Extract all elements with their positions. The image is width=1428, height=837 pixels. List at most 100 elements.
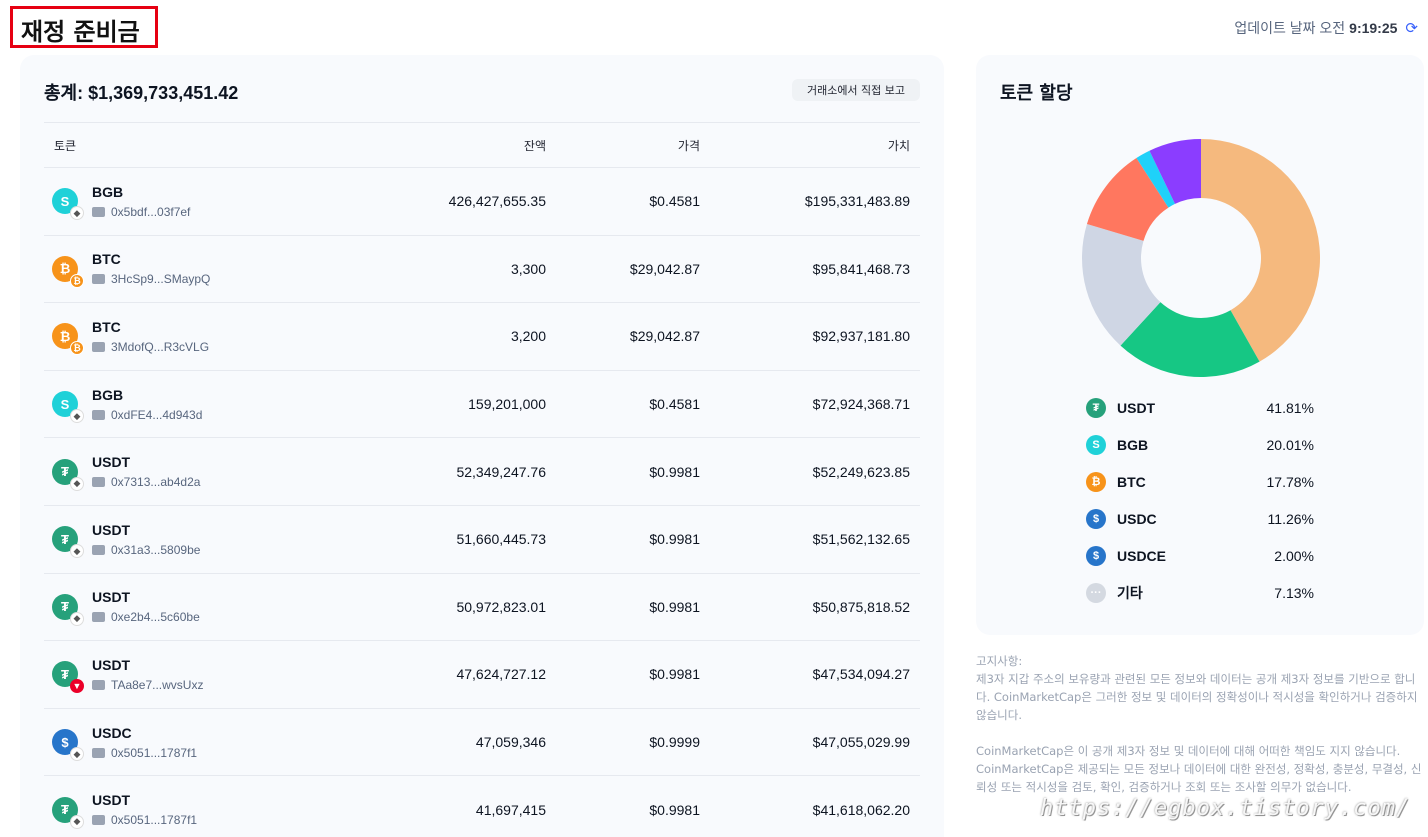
bgb-icon: S ◆ <box>52 391 84 424</box>
table-row[interactable]: ₮ ▼ USDT TAa8e7...wvsUxz 47,624,727.12 $… <box>44 640 920 709</box>
token-address[interactable]: 0x5bdf...03f7ef <box>92 205 190 219</box>
table-header-row: 토큰 잔액 가격 가치 <box>44 122 920 168</box>
table-row[interactable]: ₮ ◆ USDT 0x7313...ab4d2a 52,349,247.76 $… <box>44 437 920 506</box>
legend-item: ··· 기타 7.13% <box>1086 574 1314 611</box>
legend-percentage: 41.81% <box>1266 399 1314 416</box>
view-on-exchange-button[interactable]: 거래소에서 직접 보고 <box>792 79 920 101</box>
wallet-address[interactable]: 3HcSp9...SMaypQ <box>111 272 210 286</box>
legend-percentage: 2.00% <box>1274 547 1314 564</box>
token-cell: ₮ ◆ USDT 0x7313...ab4d2a <box>44 437 374 506</box>
usdc-icon: $ <box>1086 508 1106 529</box>
token-cell: ₮ ◆ USDT 0x31a3...5809be <box>44 505 374 574</box>
eth-chain-icon: ◆ <box>70 747 84 762</box>
wallet-icon <box>92 341 105 352</box>
wallet-address[interactable]: TAa8e7...wvsUxz <box>111 678 203 692</box>
table-row[interactable]: S ◆ BGB 0xdFE4...4d943d 159,201,000 $0.4… <box>44 370 920 439</box>
usdt-icon: ₮ ◆ <box>52 458 84 491</box>
column-header-price[interactable]: 가격 <box>556 122 710 168</box>
page-title: 재정 준비금 <box>10 6 158 48</box>
balance-cell: 426,427,655.35 <box>374 167 556 236</box>
btc-icon: ₿ ₿ <box>52 323 84 356</box>
refresh-icon[interactable]: ⟳ <box>1405 19 1418 37</box>
token-cell: S ◆ BGB 0xdFE4...4d943d <box>44 370 374 439</box>
table-row[interactable]: ₮ ◆ USDT 0x5051...1787f1 41,697,415 $0.9… <box>44 775 920 837</box>
reserves-total: 총계: $1,369,733,451.42 <box>44 83 239 103</box>
wallet-address[interactable]: 0xe2b4...5c60be <box>111 610 200 624</box>
token-cell: ₿ ₿ BTC 3MdofQ...R3cVLG <box>44 302 374 371</box>
balance-cell: 3,300 <box>374 235 556 304</box>
token-address[interactable]: 3HcSp9...SMaypQ <box>92 272 210 286</box>
legend-token-name: USDC <box>1117 510 1157 527</box>
balance-cell: 3,200 <box>374 302 556 371</box>
token-address[interactable]: 0xe2b4...5c60be <box>92 610 200 624</box>
token-address[interactable]: 0xdFE4...4d943d <box>92 408 202 422</box>
btc-icon: ₿ ₿ <box>52 255 84 288</box>
token-address[interactable]: 0x5051...1787f1 <box>92 746 197 760</box>
table-row[interactable]: ₮ ◆ USDT 0x31a3...5809be 51,660,445.73 $… <box>44 505 920 574</box>
price-cell: $29,042.87 <box>556 302 710 371</box>
update-info: 업데이트 날짜 오전 9:19:25 ⟳ <box>1234 18 1418 38</box>
wallet-address[interactable]: 0x31a3...5809be <box>111 543 200 557</box>
legend-percentage: 7.13% <box>1274 584 1314 601</box>
token-address[interactable]: 0x7313...ab4d2a <box>92 475 200 489</box>
token-name: USDT <box>92 521 131 538</box>
token-address[interactable]: TAa8e7...wvsUxz <box>92 678 203 692</box>
wallet-address[interactable]: 0x5051...1787f1 <box>111 813 197 827</box>
eth-chain-icon: ◆ <box>70 544 84 559</box>
token-name: USDT <box>92 792 131 809</box>
usdc-icon: $ <box>1086 545 1106 566</box>
legend-token-name: USDCE <box>1117 547 1167 564</box>
allocation-donut-chart <box>1082 139 1320 377</box>
token-address[interactable]: 0x31a3...5809be <box>92 543 200 557</box>
table-row[interactable]: $ ◆ USDC 0x5051...1787f1 47,059,346 $0.9… <box>44 708 920 777</box>
bgb-icon: S <box>1086 434 1106 455</box>
token-address[interactable]: 0x5051...1787f1 <box>92 813 197 827</box>
update-time: 9:19:25 <box>1349 20 1398 36</box>
value-cell: $50,875,818.52 <box>710 573 920 642</box>
eth-chain-icon: ◆ <box>70 206 84 221</box>
usdt-icon: ₮ <box>1086 397 1106 418</box>
eth-chain-icon: ◆ <box>70 409 84 424</box>
column-header-balance[interactable]: 잔액 <box>374 122 556 168</box>
disclaimer: 고지사항: 제3자 지갑 주소의 보유량과 관련된 모든 정보와 데이터는 공개… <box>976 652 1424 796</box>
price-cell: $0.9999 <box>556 708 710 777</box>
table-row[interactable]: ₿ ₿ BTC 3HcSp9...SMaypQ 3,300 $29,042.87… <box>44 235 920 304</box>
value-cell: $72,924,368.71 <box>710 370 920 439</box>
wallet-address[interactable]: 0xdFE4...4d943d <box>111 408 202 422</box>
disclaimer-paragraph-1: 제3자 지갑 주소의 보유량과 관련된 모든 정보와 데이터는 공개 제3자 정… <box>976 672 1418 722</box>
legend-percentage: 20.01% <box>1266 436 1314 453</box>
token-name: BGB <box>92 386 124 403</box>
wallet-icon <box>92 747 105 758</box>
price-cell: $0.4581 <box>556 167 710 236</box>
legend-percentage: 17.78% <box>1266 473 1314 490</box>
table-row[interactable]: ₮ ◆ USDT 0xe2b4...5c60be 50,972,823.01 $… <box>44 573 920 642</box>
usdt-icon: ₮ ◆ <box>52 593 84 626</box>
btc-icon: ₿ <box>1086 471 1106 492</box>
price-cell: $0.9981 <box>556 640 710 709</box>
wallet-address[interactable]: 0x5051...1787f1 <box>111 746 197 760</box>
wallet-icon <box>92 815 105 826</box>
reserves-rows: S ◆ BGB 0x5bdf...03f7ef 426,427,655.35 $… <box>44 167 920 837</box>
token-address[interactable]: 3MdofQ...R3cVLG <box>92 340 209 354</box>
watermark: https://egbox.tistory.com/ <box>1040 796 1411 821</box>
disclaimer-paragraph-2: CoinMarketCap은 이 공개 제3자 정보 및 데이터에 대해 어떠한… <box>976 744 1422 794</box>
column-header-value[interactable]: 가치 <box>710 122 920 168</box>
balance-cell: 47,059,346 <box>374 708 556 777</box>
price-cell: $0.9981 <box>556 437 710 506</box>
wallet-address[interactable]: 3MdofQ...R3cVLG <box>111 340 209 354</box>
eth-chain-icon: ◆ <box>70 611 84 626</box>
value-cell: $51,562,132.65 <box>710 505 920 574</box>
usdt-icon: ₮ ▼ <box>52 661 84 694</box>
wallet-icon <box>92 679 105 690</box>
wallet-address[interactable]: 0x7313...ab4d2a <box>111 475 200 489</box>
column-header-token[interactable]: 토큰 <box>44 122 374 168</box>
table-row[interactable]: ₿ ₿ BTC 3MdofQ...R3cVLG 3,200 $29,042.87… <box>44 302 920 371</box>
balance-cell: 51,660,445.73 <box>374 505 556 574</box>
token-name: USDT <box>92 656 131 673</box>
wallet-address[interactable]: 0x5bdf...03f7ef <box>111 205 190 219</box>
value-cell: $92,937,181.80 <box>710 302 920 371</box>
more-icon: ··· <box>1086 582 1106 603</box>
table-row[interactable]: S ◆ BGB 0x5bdf...03f7ef 426,427,655.35 $… <box>44 167 920 236</box>
price-cell: $0.9981 <box>556 505 710 574</box>
price-cell: $0.9981 <box>556 573 710 642</box>
